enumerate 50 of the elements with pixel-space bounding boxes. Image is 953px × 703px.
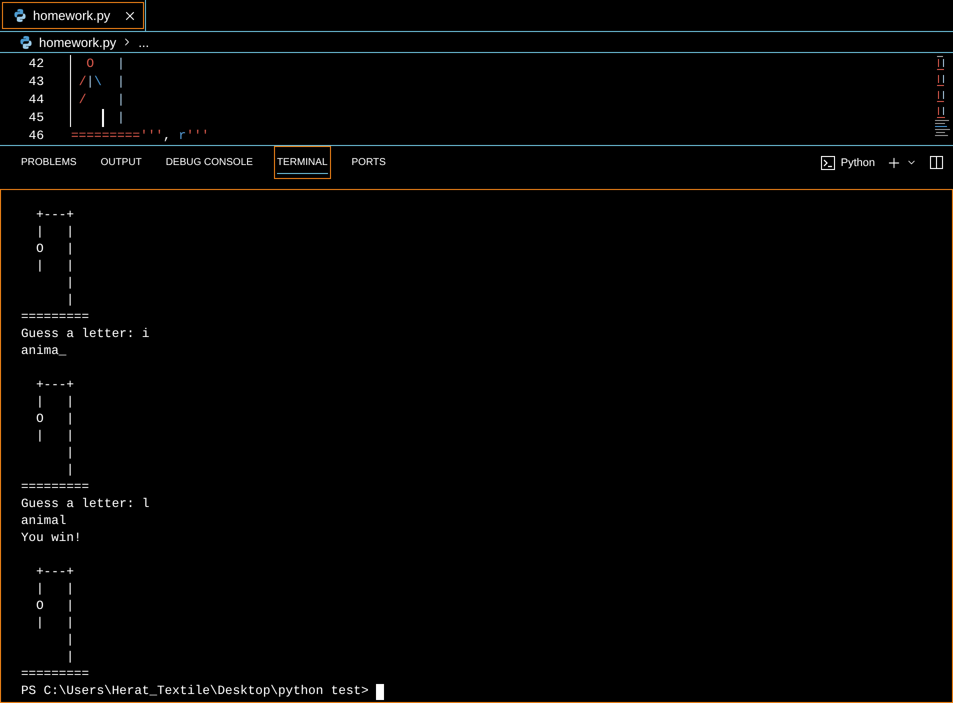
breadcrumb-item[interactable]: homework.py — [20, 34, 116, 50]
terminal-line: | | — [36, 224, 74, 241]
line-number: 45 — [28, 110, 44, 125]
terminal-line: O | — [36, 411, 74, 428]
terminal-line: anima_ — [21, 343, 66, 360]
terminal-line: +---+ — [36, 377, 74, 394]
panel-tab[interactable]: PORTS — [348, 146, 389, 179]
terminal-line: | — [66, 649, 74, 666]
terminal-line: | — [66, 462, 74, 479]
terminal-line: animal — [21, 513, 66, 530]
panel-tab[interactable]: TERMINAL — [274, 146, 330, 179]
line-number: 46 — [28, 128, 44, 143]
line-number: 42 — [28, 56, 44, 71]
terminal-line: +---+ — [36, 564, 74, 581]
terminal-profile-button[interactable]: Python — [820, 156, 875, 170]
terminal-line: Guess a letter: i — [21, 326, 150, 343]
terminal-icon — [820, 156, 835, 170]
panel-tab[interactable]: PROBLEMS — [18, 146, 80, 179]
terminal-line: O | — [36, 241, 74, 258]
terminal-line: | — [66, 275, 74, 292]
terminal-line: You win! — [21, 530, 82, 547]
panel-tab[interactable]: OUTPUT — [98, 146, 145, 179]
line-number: 44 — [28, 92, 44, 107]
code-line: =========''', r''' — [71, 127, 210, 145]
terminal-prompt: PS C:\Users\Herat_Textile\Desktop\python test> — [21, 683, 369, 700]
terminal-line: | — [66, 292, 74, 309]
terminal-line: ========= — [21, 309, 90, 326]
code-line: /|\ | — [78, 73, 125, 91]
breadcrumb-item[interactable]: ... — [138, 34, 150, 50]
terminal-line: | — [66, 445, 74, 462]
terminal-line: | — [66, 632, 74, 649]
terminal-line: | | — [36, 394, 74, 411]
terminal-line: ========= — [21, 666, 90, 683]
editor-tab[interactable]: homework.py — [0, 0, 146, 31]
terminal-line: +---+ — [36, 207, 74, 224]
terminal-line: O | — [36, 598, 74, 615]
terminal-line: | | — [36, 581, 74, 598]
code-line: / | — [78, 91, 125, 109]
terminal-line: Guess a letter: l — [21, 496, 150, 513]
terminal-line: | | — [36, 258, 74, 275]
terminal-line: | | — [36, 615, 74, 632]
code-line: | — [117, 109, 125, 127]
terminal-line: ========= — [21, 479, 90, 496]
code-line: O | — [86, 55, 125, 73]
python-icon — [20, 36, 32, 48]
line-number: 43 — [28, 74, 44, 89]
split-icon[interactable] — [930, 156, 943, 169]
terminal-line: | | — [36, 428, 74, 445]
panel-tab[interactable]: DEBUG CONSOLE — [162, 146, 256, 179]
python-icon — [14, 9, 26, 22]
